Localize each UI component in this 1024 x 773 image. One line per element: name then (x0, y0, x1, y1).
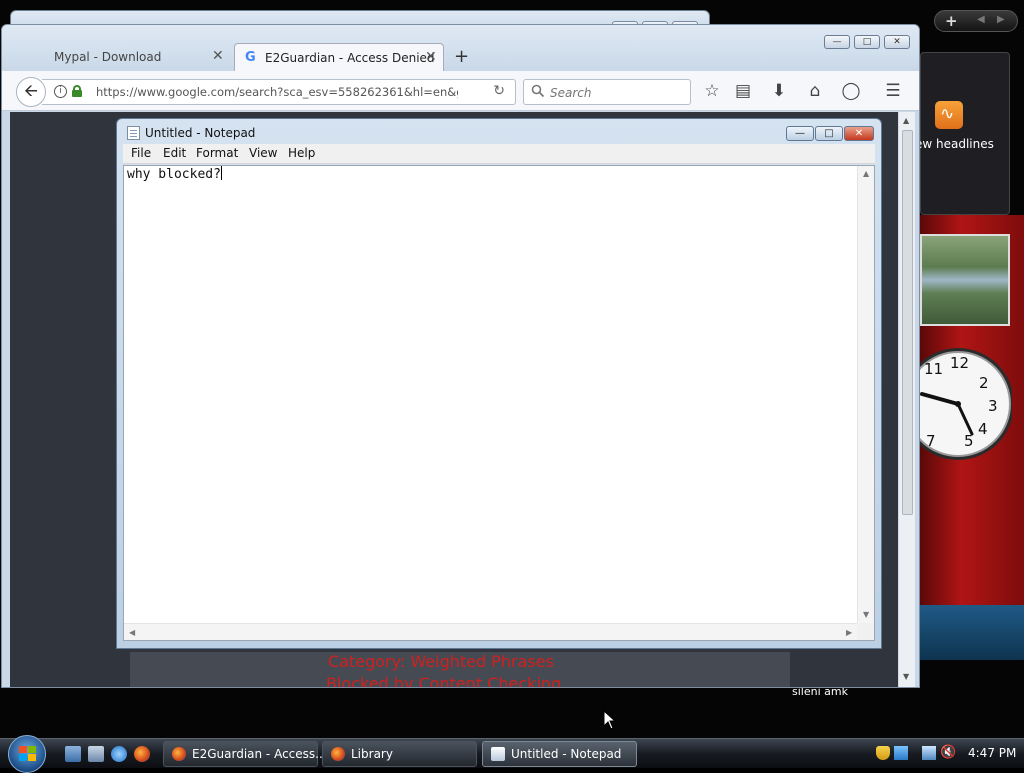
tab-bar: Mypal - Download ✕ G E2Guardian - Access… (2, 25, 919, 71)
blocked-category: Category: Weighted Phrases (328, 652, 554, 671)
bookmarks-list-icon[interactable]: ▤ (733, 81, 753, 101)
close-tab-icon[interactable]: ✕ (425, 49, 437, 65)
scroll-thumb[interactable] (902, 130, 913, 515)
notepad-window[interactable]: Untitled - Notepad — □ ✕ File Edit Forma… (116, 118, 882, 649)
vertical-scrollbar[interactable]: ▲ ▼ (857, 166, 874, 624)
taskbar: E2Guardian - Access... Library Untitled … (0, 735, 1024, 773)
scroll-left-icon[interactable]: ◀ (129, 628, 135, 637)
firefox-icon (172, 747, 186, 761)
firefox-icon[interactable] (134, 746, 150, 762)
window-title: Untitled - Notepad (145, 126, 256, 140)
info-icon[interactable]: i (54, 85, 67, 98)
text-editor[interactable]: why blocked? ▲ ▼ ◀ ▶ (123, 165, 875, 641)
slideshow-gadget[interactable] (920, 234, 1010, 326)
new-tab-button[interactable]: + (454, 46, 469, 67)
notepad-icon (491, 747, 505, 761)
taskbar-clock[interactable]: 4:47 PM (968, 746, 1016, 760)
horizontal-scrollbar[interactable]: ◀ ▶ (124, 623, 858, 640)
url-text[interactable]: https://www.google.com/search?sca_esv=55… (96, 85, 458, 99)
minimize-button[interactable]: — (824, 35, 850, 49)
volume-muted-icon[interactable]: 🔇 (940, 746, 956, 760)
maximize-button[interactable]: □ (854, 35, 880, 49)
search-input[interactable] (548, 84, 686, 101)
firefox-icon (331, 747, 345, 761)
bookmark-star-icon[interactable]: ☆ (702, 81, 722, 101)
svg-text:3: 3 (988, 397, 998, 415)
taskbar-button-label: E2Guardian - Access... (192, 747, 327, 761)
tab-label: Mypal - Download (54, 50, 162, 64)
taskbar-button-label: Untitled - Notepad (511, 747, 622, 761)
security-shield-icon[interactable] (876, 746, 890, 760)
back-button[interactable]: 🡨 (16, 77, 46, 107)
mouse-cursor-icon (603, 710, 617, 730)
scroll-up-icon[interactable]: ▲ (903, 116, 909, 125)
system-tray: 🔇 4:47 PM (868, 739, 1024, 769)
url-bar[interactable]: i https://www.google.com/search?sca_esv=… (42, 79, 516, 105)
scroll-up-icon[interactable]: ▲ (863, 169, 869, 178)
scroll-right-icon[interactable]: ▶ (846, 628, 852, 637)
show-desktop-icon[interactable] (65, 746, 81, 762)
resize-grip[interactable] (857, 623, 874, 640)
gadget-toolbar[interactable]: + ◀ ▶ (934, 10, 1018, 32)
weather-gadget[interactable] (920, 605, 1024, 660)
svg-text:12: 12 (950, 354, 969, 372)
svg-text:11: 11 (924, 360, 943, 378)
notepad-close-button[interactable]: ✕ (844, 126, 874, 141)
switch-windows-icon[interactable] (88, 746, 104, 762)
menu-bar: File Edit Format View Help (123, 144, 875, 164)
taskbar-e2guardian[interactable]: E2Guardian - Access... (163, 741, 327, 767)
feed-headlines-gadget[interactable]: ∿ ew headlines (915, 52, 1010, 215)
close-tab-icon[interactable]: ✕ (212, 48, 224, 64)
taskbar-library[interactable]: Library (322, 741, 477, 767)
prev-icon[interactable]: ◀ (977, 14, 985, 25)
menu-file[interactable]: File (131, 146, 151, 160)
svg-text:4: 4 (978, 420, 988, 438)
navigation-bar: i https://www.google.com/search?sca_esv=… (2, 71, 919, 111)
action-center-icon[interactable] (894, 746, 908, 760)
svg-text:7: 7 (926, 432, 936, 450)
scroll-down-icon[interactable]: ▼ (903, 672, 909, 681)
add-gadget-icon[interactable]: + (945, 12, 958, 30)
close-button[interactable]: ✕ (884, 35, 910, 49)
editor-content[interactable]: why blocked? (127, 167, 221, 182)
back-arrow-icon: 🡨 (24, 81, 38, 101)
search-icon (531, 84, 545, 98)
start-button[interactable] (8, 735, 46, 773)
menu-help[interactable]: Help (288, 146, 315, 160)
svg-text:2: 2 (979, 374, 989, 392)
rss-icon: ∿ (935, 101, 963, 129)
notepad-minimize-button[interactable]: — (786, 126, 814, 141)
downloads-icon[interactable]: ⬇ (769, 81, 789, 101)
tab-label: E2Guardian - Access Denied (265, 51, 435, 65)
tab-e2guardian-access-denied[interactable]: G E2Guardian - Access Denied ✕ (234, 43, 444, 71)
menu-icon[interactable]: ☰ (883, 81, 903, 101)
tab-mypal-download[interactable]: Mypal - Download ✕ (20, 43, 232, 71)
search-bar[interactable] (523, 79, 691, 105)
internet-explorer-icon[interactable] (111, 746, 127, 762)
blocked-reason: Blocked by Content Checking (326, 674, 562, 688)
windows-logo-icon (19, 746, 36, 761)
taskbar-button-label: Library (351, 747, 393, 761)
reload-icon[interactable]: ↻ (493, 83, 505, 99)
google-favicon-icon: G (245, 50, 256, 65)
next-icon[interactable]: ▶ (997, 14, 1005, 25)
menu-view[interactable]: View (249, 146, 277, 160)
taskbar-notepad[interactable]: Untitled - Notepad (482, 741, 637, 767)
home-icon[interactable]: ⌂ (805, 81, 825, 101)
notepad-maximize-button[interactable]: □ (815, 126, 843, 141)
notepad-icon (127, 126, 140, 140)
menu-edit[interactable]: Edit (163, 146, 186, 160)
text-caret (220, 166, 222, 180)
menu-format[interactable]: Format (196, 146, 238, 160)
feed-headlines-label: ew headlines (915, 137, 994, 151)
scroll-down-icon[interactable]: ▼ (863, 610, 869, 619)
network-icon[interactable] (922, 746, 936, 760)
lock-icon[interactable] (72, 85, 82, 97)
pocket-icon[interactable]: ◯ (841, 81, 861, 101)
page-scrollbar[interactable]: ▲ ▼ (898, 112, 915, 687)
blocked-message-panel: Category: Weighted Phrases Blocked by Co… (130, 652, 790, 688)
desktop: + ◀ ▶ ∿ ew headlines 12 2 3 4 5 7 11 sil… (0, 0, 1024, 738)
